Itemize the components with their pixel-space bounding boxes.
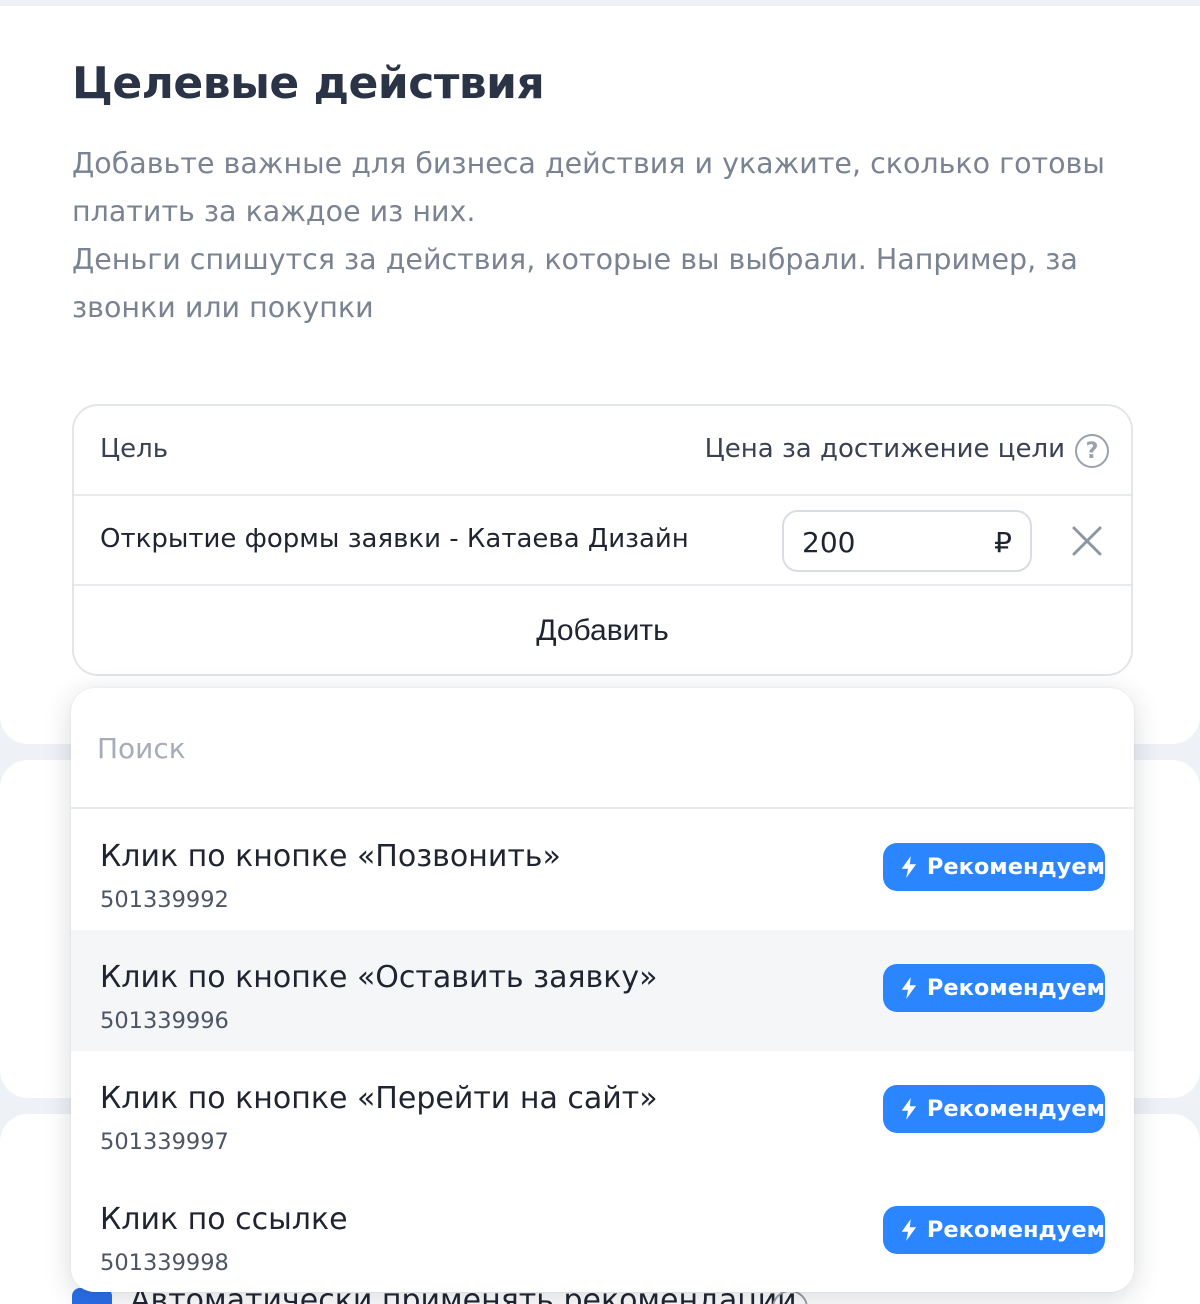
- recommended-badge: Рекомендуем: [883, 964, 1105, 1012]
- recommended-badge: Рекомендуем: [883, 1085, 1105, 1133]
- goal-price-input[interactable]: 200 ₽: [782, 510, 1032, 572]
- header-price: Цена за достижение цели: [704, 434, 1065, 464]
- goals-table-header: Цель Цена за достижение цели ?: [74, 406, 1131, 496]
- recommended-badge: Рекомендуем: [883, 1206, 1105, 1254]
- lightning-icon: [901, 856, 917, 878]
- dropdown-option[interactable]: Клик по кнопке «Перейти на сайт» 5013399…: [71, 1051, 1134, 1172]
- option-title: Клик по кнопке «Перейти на сайт»: [100, 1081, 658, 1116]
- section-title: Целевые действия: [72, 58, 545, 109]
- lightning-icon: [901, 1219, 917, 1241]
- goal-row: Открытие формы заявки - Катаева Дизайн 2…: [74, 496, 1131, 586]
- goal-name: Открытие формы заявки - Катаева Дизайн: [100, 524, 689, 554]
- target-actions-card: Целевые действия Добавьте важные для биз…: [0, 6, 1200, 744]
- goal-select-dropdown: Клик по кнопке «Позвонить» 501339992 Рек…: [71, 688, 1134, 1292]
- currency-ruble: ₽: [994, 526, 1012, 559]
- option-title: Клик по кнопке «Позвонить»: [100, 839, 561, 874]
- page: Автоматически применять рекомендации Цел…: [0, 0, 1200, 1304]
- search-box: [71, 688, 1134, 809]
- description-line: Деньги спишутся за действия, которые вы …: [72, 243, 1078, 324]
- dropdown-option[interactable]: Клик по ссылке 501339998 Рекомендуем: [71, 1172, 1134, 1292]
- badge-label: Рекомендуем: [926, 854, 1105, 880]
- search-input[interactable]: [97, 724, 997, 772]
- option-id: 501339998: [100, 1250, 229, 1276]
- badge-label: Рекомендуем: [926, 975, 1105, 1001]
- goal-price-value[interactable]: 200: [802, 526, 855, 559]
- lightning-icon: [901, 977, 917, 999]
- close-icon[interactable]: [1070, 524, 1104, 558]
- option-title: Клик по кнопке «Оставить заявку»: [100, 960, 658, 995]
- option-id: 501339997: [100, 1129, 229, 1155]
- header-goal: Цель: [100, 434, 169, 464]
- dropdown-option[interactable]: Клик по кнопке «Оставить заявку» 5013399…: [71, 930, 1134, 1051]
- option-title: Клик по ссылке: [100, 1202, 348, 1237]
- badge-label: Рекомендуем: [926, 1096, 1105, 1122]
- lightning-icon: [901, 1098, 917, 1120]
- description-line: Добавьте важные для бизнеса действия и у…: [72, 147, 1105, 228]
- add-goal-row: Добавить: [74, 586, 1131, 676]
- option-id: 501339992: [100, 887, 229, 913]
- question-icon[interactable]: ?: [1075, 434, 1109, 468]
- section-description: Добавьте важные для бизнеса действия и у…: [72, 140, 1112, 332]
- goals-table: Цель Цена за достижение цели ? Открытие …: [72, 404, 1133, 676]
- recommended-badge: Рекомендуем: [883, 843, 1105, 891]
- option-id: 501339996: [100, 1008, 229, 1034]
- badge-label: Рекомендуем: [926, 1217, 1105, 1243]
- add-goal-button[interactable]: Добавить: [536, 614, 669, 648]
- dropdown-option[interactable]: Клик по кнопке «Позвонить» 501339992 Рек…: [71, 809, 1134, 930]
